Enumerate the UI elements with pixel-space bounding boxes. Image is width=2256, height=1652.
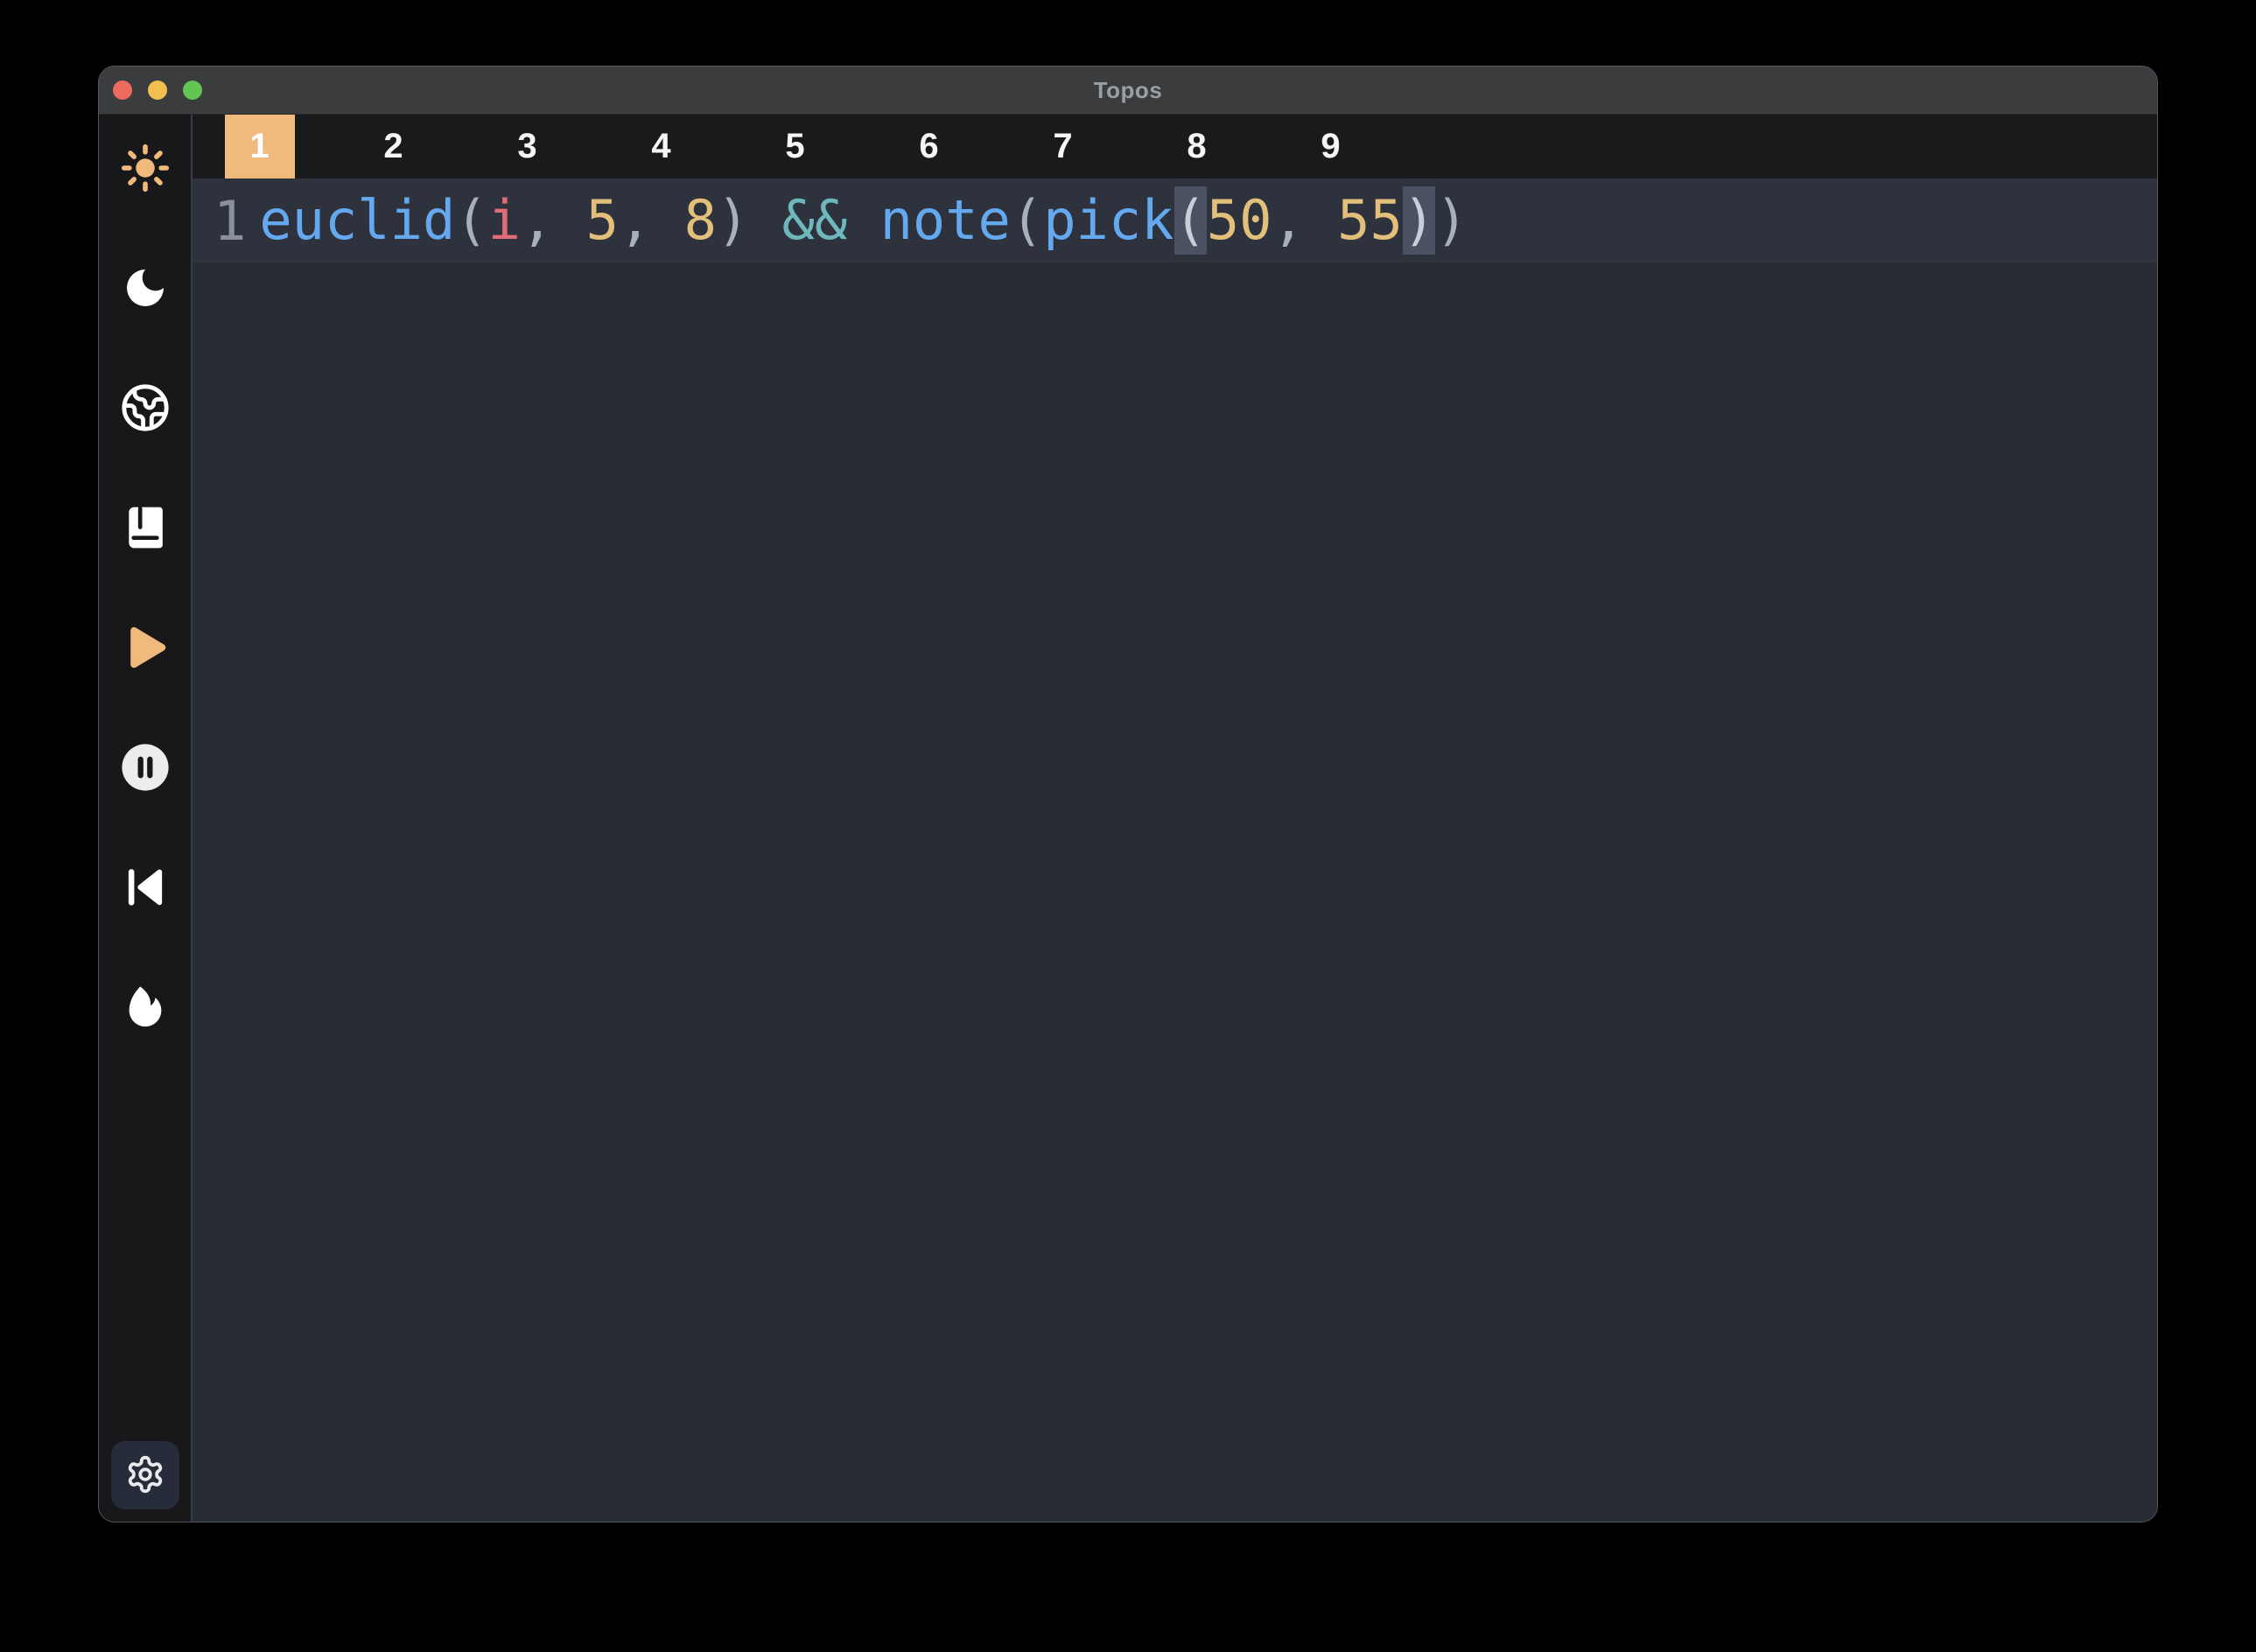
title-bar: Topos (99, 66, 2157, 115)
code-token: && (782, 186, 880, 255)
code-token: euclid (259, 186, 455, 255)
screen: Topos (0, 0, 2256, 1652)
tab-1[interactable]: 1 (193, 115, 326, 178)
window-title: Topos (1094, 77, 1163, 104)
zoom-button[interactable] (183, 80, 202, 100)
sidebar (99, 115, 193, 1522)
code-token: ) (1435, 186, 1468, 255)
tab-3[interactable]: 3 (460, 115, 594, 178)
code-token: 8 (684, 186, 717, 255)
traffic-lights (113, 66, 202, 114)
code-token: pick (1043, 186, 1174, 255)
book-button[interactable] (121, 504, 170, 553)
minimize-button[interactable] (148, 80, 167, 100)
code-token: 5 (586, 186, 619, 255)
code-token: i (488, 186, 521, 255)
tab-5[interactable]: 5 (728, 115, 862, 178)
code-token: , (1272, 186, 1338, 255)
flame-icon (120, 982, 171, 1035)
window-body: 123456789 1 euclid(i, 5, 8) && note(pick… (99, 115, 2157, 1522)
tab-8[interactable]: 8 (1130, 115, 1264, 178)
settings-button[interactable] (111, 1441, 179, 1509)
app-window: Topos (98, 66, 2158, 1522)
code-line: 1 euclid(i, 5, 8) && note(pick(50, 55)) (193, 178, 2157, 262)
skip-back-icon (121, 863, 170, 914)
code-token: ( (455, 186, 487, 255)
tab-7[interactable]: 7 (996, 115, 1130, 178)
flame-button[interactable] (121, 984, 170, 1032)
tab-6[interactable]: 6 (862, 115, 996, 178)
sun-icon (121, 144, 170, 195)
pause-button[interactable] (121, 744, 170, 793)
tab-2[interactable]: 2 (326, 115, 460, 178)
code-token: note (880, 186, 1011, 255)
code-token: ) (717, 186, 782, 255)
gear-icon (125, 1454, 165, 1497)
code-token: ( (1011, 186, 1043, 255)
line-number: 1 (193, 189, 246, 253)
code-token: 55 (1337, 186, 1403, 255)
code-token: , (521, 186, 586, 255)
globe-button[interactable] (121, 384, 170, 433)
moon-icon (121, 263, 170, 315)
tab-bar: 123456789 (193, 115, 2157, 178)
globe-icon (120, 382, 171, 436)
skip-back-button[interactable] (121, 864, 170, 913)
play-button[interactable] (121, 624, 170, 673)
tab-9[interactable]: 9 (1264, 115, 1398, 178)
code-token: , (619, 186, 684, 255)
tab-4[interactable]: 4 (594, 115, 728, 178)
code-token: ) (1403, 186, 1435, 255)
pause-icon (120, 742, 171, 795)
main-area: 123456789 1 euclid(i, 5, 8) && note(pick… (193, 115, 2157, 1522)
book-icon (121, 503, 170, 555)
code-line-content: euclid(i, 5, 8) && note(pick(50, 55)) (259, 186, 1468, 255)
code-editor[interactable]: 1 euclid(i, 5, 8) && note(pick(50, 55)) (193, 178, 2157, 1522)
code-token: ( (1174, 186, 1207, 255)
play-icon (118, 620, 172, 677)
moon-button[interactable] (121, 264, 170, 313)
close-button[interactable] (113, 80, 132, 100)
sun-button[interactable] (121, 144, 170, 193)
code-token: 50 (1207, 186, 1272, 255)
